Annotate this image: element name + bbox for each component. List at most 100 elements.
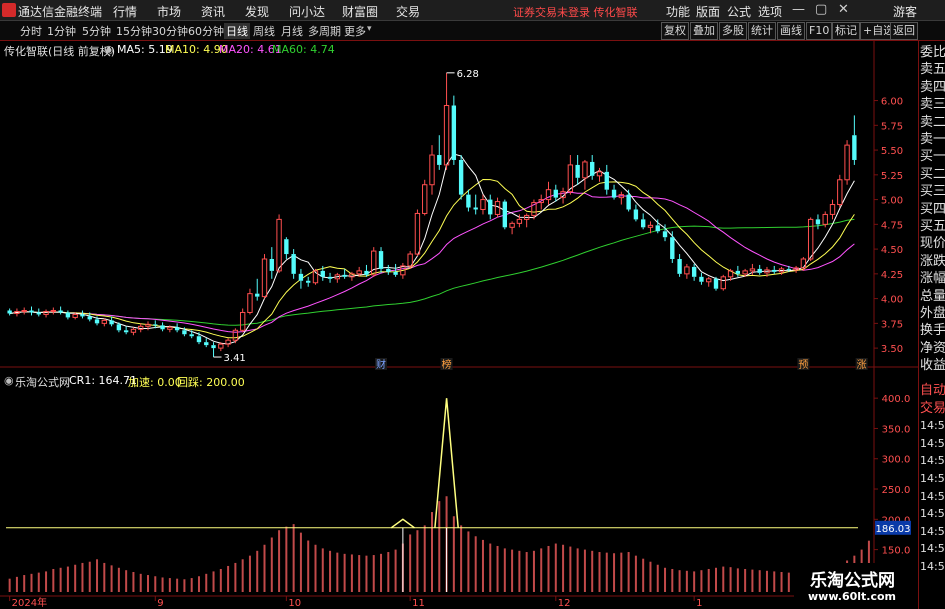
candle-body-down [611, 189, 617, 198]
candle-body-down [94, 319, 100, 324]
price-tick-label: 5.25 [881, 171, 903, 182]
side-item[interactable]: 卖五 [920, 62, 945, 77]
side-item[interactable]: 换手 [920, 323, 945, 338]
side-item[interactable]: 买二 [920, 167, 945, 182]
side-item[interactable]: 买一 [920, 149, 945, 164]
price-tick-label: 4.75 [881, 220, 903, 231]
side-item[interactable]: 收益 [920, 358, 945, 373]
date-tick-label: 10 [288, 598, 301, 609]
watermark-url: www.60lt.com [808, 590, 897, 603]
candle-body-down [466, 194, 471, 208]
candle-body-down [109, 320, 114, 325]
candle-body-up [247, 293, 253, 313]
candle-body-down [364, 270, 369, 275]
candle-body-down [458, 159, 464, 195]
side-time-item: 14:56 [920, 542, 945, 556]
candle-body-down [58, 310, 63, 313]
side-item[interactable]: 卖二 [920, 115, 945, 130]
candle-body-down [640, 219, 646, 228]
candle-body-down [65, 312, 71, 318]
cr-tick-label: 300.0 [882, 455, 911, 466]
candle-body-up [509, 222, 515, 228]
side-time-item: 14:56 [920, 419, 945, 433]
candle-body-down [211, 345, 216, 349]
candle-body-up [145, 323, 151, 327]
candle-body-down [87, 316, 92, 320]
event-marker: 预 [798, 359, 808, 371]
cr-reference-label: 186.03 [876, 524, 911, 535]
price-tick-label: 4.50 [881, 245, 903, 256]
candle-body-up [429, 154, 435, 186]
candle-body-up [516, 218, 523, 224]
side-item[interactable]: 买三 [920, 184, 945, 199]
candle-body-down [255, 293, 260, 297]
price-tick-label: 3.50 [881, 344, 903, 355]
candle-body-down [269, 258, 274, 271]
candle-body-down [786, 268, 792, 270]
side-item[interactable]: 涨幅 [920, 271, 945, 286]
candle-body-up [167, 326, 173, 330]
candle-body-down [488, 199, 493, 215]
candle-body-down [204, 342, 209, 346]
candle-body-down [670, 237, 675, 259]
candle-body-down [772, 269, 777, 272]
candle-body-down [677, 258, 682, 274]
side-item[interactable]: 卖一 [920, 132, 945, 147]
side-item[interactable]: 卖三 [920, 97, 945, 112]
candle-body-down [757, 268, 762, 273]
candle-body-down [378, 251, 384, 269]
candle-body-up [239, 311, 246, 331]
candle-body-up [218, 343, 224, 349]
side-item[interactable]: 外盘 [920, 306, 945, 321]
candle-body-up [596, 171, 603, 177]
candle-body-down [386, 268, 391, 272]
candle-body-up [742, 270, 748, 275]
ma5-line [9, 153, 855, 345]
side-item[interactable]: 净资 [920, 341, 945, 356]
side-time-item: 14:56 [920, 489, 945, 503]
side-item[interactable]: 卖四 [920, 80, 945, 95]
candle-body-up [276, 218, 282, 272]
price-annotation: 3.41 [224, 353, 246, 364]
candle-body-down [36, 312, 41, 315]
candle-body-down [575, 164, 580, 178]
candle-body-down [393, 271, 398, 275]
side-time-item: 14:56 [920, 454, 945, 468]
candle-body-up [582, 161, 588, 179]
candle-body-up [706, 278, 712, 283]
candle-body-up [422, 184, 428, 214]
side-item[interactable]: 买五 [920, 219, 945, 234]
side-item[interactable]: 现价 [920, 236, 945, 251]
date-tick-label: 11 [412, 598, 425, 609]
side-item[interactable]: 委比 [920, 45, 945, 60]
event-marker: 涨 [857, 359, 867, 371]
side-item[interactable]: 买四 [920, 202, 945, 217]
candle-body-up [43, 310, 49, 315]
cr-tick-label: 150.0 [882, 546, 911, 557]
side-item[interactable]: 涨跌 [920, 254, 945, 269]
candle-body-up [21, 309, 27, 312]
side-time-item: 交易 [920, 400, 945, 416]
price-tick-label: 3.75 [881, 319, 903, 330]
candle-body-up [414, 212, 421, 255]
cr-tick-label: 400.0 [882, 394, 911, 405]
side-item[interactable]: 总量 [920, 289, 945, 304]
side-time-item: 14:56 [920, 436, 945, 450]
candle-body-down [196, 336, 202, 343]
candle-body-down [342, 274, 347, 277]
candle-body-down [80, 314, 85, 317]
candle-body-down [590, 161, 595, 176]
price-tick-label: 5.00 [881, 196, 903, 207]
price-tick-label: 5.50 [881, 146, 903, 157]
side-time-item: 14:56 [920, 524, 945, 538]
candle-body-up [261, 258, 268, 298]
quote-side-panel: 委比 卖五 卖四 卖三 卖二 卖一 买一 买二 买三 买四 买五 现价 涨跌 涨幅 总量 外盘 换手 净资 收益 自… [918, 41, 945, 609]
watermark-title: 乐淘公式网 [810, 571, 895, 591]
kline-chart[interactable]: 3.50 3.75 4.00 4.25 4.50 4.75 5.00 5.25 5.50 5.75… [0, 0, 945, 609]
date-tick-label: 2024年 [12, 596, 47, 609]
candle-body-up [371, 250, 377, 276]
candle-body-down [320, 270, 325, 277]
candle-body-down [123, 330, 129, 333]
candle-body-up [494, 201, 501, 215]
date-tick-label: 9 [157, 598, 163, 609]
